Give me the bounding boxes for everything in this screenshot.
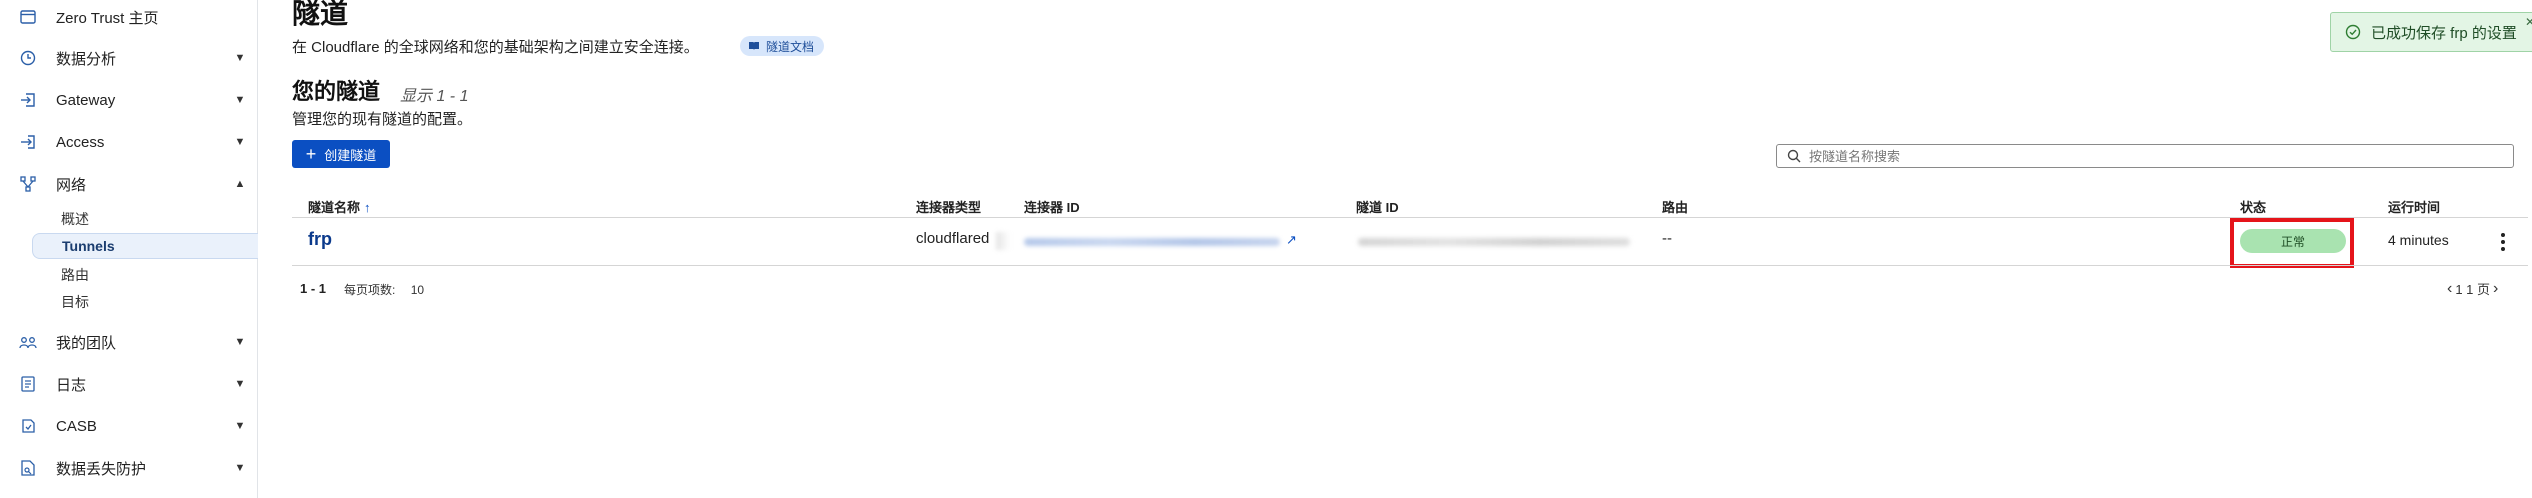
table-header-divider	[292, 217, 2528, 218]
pagination-range: 1 - 1	[300, 281, 327, 296]
sidebar-item-logs[interactable]: 日志 ▼	[0, 369, 258, 399]
table-row-divider	[292, 265, 2528, 266]
caret-down-icon: ▼	[234, 136, 246, 148]
uptime-cell: 4 minutes	[2388, 232, 2449, 248]
success-toast: 已成功保存 frp 的设置 ✕	[2330, 12, 2532, 52]
search-icon	[1787, 149, 1801, 163]
search-input[interactable]	[1809, 148, 2489, 164]
analytics-clock-icon	[19, 49, 37, 67]
caret-down-icon: ▼	[234, 420, 246, 432]
check-circle-icon	[2345, 24, 2361, 40]
book-icon	[748, 41, 760, 51]
column-header-uptime: 运行时间	[2388, 200, 2441, 215]
logs-document-icon	[19, 375, 37, 393]
page-description: 在 Cloudflare 的全球网络和您的基础架构之间建立安全连接。	[292, 39, 699, 56]
sidebar-subitem-label: 目标	[61, 294, 89, 310]
gateway-arrow-icon	[19, 91, 37, 109]
pagination: ‹ 1 1 页 ›	[2444, 279, 2501, 298]
sidebar-subitem-label: 概述	[61, 211, 89, 227]
sidebar-item-network[interactable]: 网络 ▲	[0, 169, 258, 199]
chevron-left-icon[interactable]: ‹	[2444, 280, 2455, 298]
sidebar-subitem-tunnels[interactable]: Tunnels	[32, 233, 258, 259]
home-page-icon	[19, 8, 37, 26]
redacted-connector-id	[1024, 238, 1280, 246]
sidebar-item-analytics[interactable]: 数据分析 ▼	[0, 43, 258, 73]
sidebar-item-label: CASB	[56, 417, 97, 435]
column-header-status: 状态	[2240, 200, 2267, 215]
create-tunnel-label: 创建隧道	[324, 147, 377, 163]
sidebar-item-label: Access	[56, 133, 105, 151]
column-header-tunnel-id: 隧道 ID	[1356, 200, 1399, 215]
sidebar-subitem-overview[interactable]: 概述	[32, 206, 258, 232]
section-subtitle: 管理您的现有隧道的配置。	[292, 111, 473, 128]
sidebar-item-home[interactable]: Zero Trust 主页	[0, 2, 258, 32]
sidebar-item-dlp[interactable]: 数据丢失防护 ▼	[0, 453, 258, 483]
items-per-page-label: 每页项数:	[344, 283, 396, 297]
section-title: 您的隧道	[292, 79, 381, 104]
dlp-document-icon	[19, 459, 37, 477]
routes-cell: --	[1662, 230, 1672, 247]
sidebar-item-label: 日志	[56, 376, 87, 394]
access-login-icon	[19, 133, 37, 151]
more-vertical-icon[interactable]	[2496, 231, 2510, 253]
sort-ascending-icon: ↑	[364, 200, 371, 215]
close-icon[interactable]: ✕	[2525, 15, 2532, 29]
section-count: 显示 1 - 1	[400, 88, 469, 105]
sidebar-item-label: 数据分析	[56, 50, 117, 68]
caret-down-icon: ▼	[234, 462, 246, 474]
external-link-icon: ↗	[1286, 232, 1297, 247]
column-header-connector-id: 连接器 ID	[1024, 200, 1080, 215]
sidebar-item-label: 我的团队	[56, 334, 117, 352]
network-nodes-icon	[19, 175, 37, 193]
team-users-icon	[19, 333, 37, 351]
column-header-connector-type: 连接器类型	[916, 200, 982, 215]
sidebar-subitem-targets[interactable]: 目标	[32, 289, 258, 315]
chevron-right-icon[interactable]: ›	[2490, 280, 2501, 298]
status-highlight-box	[2230, 218, 2354, 268]
caret-down-icon: ▼	[234, 52, 246, 64]
plus-icon: +	[305, 144, 317, 164]
page-indicator: 1 1 页	[2455, 282, 2491, 297]
sidebar: Zero Trust 主页 数据分析 ▼ Gateway ▼ Access ▼ …	[0, 0, 258, 498]
sidebar-subitem-label: 路由	[61, 267, 89, 283]
create-tunnel-button[interactable]: + 创建隧道	[292, 140, 390, 168]
toast-message: 已成功保存 frp 的设置	[2371, 24, 2517, 42]
redacted-overflow	[996, 232, 1010, 250]
page-title: 隧道	[292, 0, 349, 29]
column-header-name[interactable]: 隧道名称 ↑	[308, 197, 371, 216]
sidebar-item-label: Zero Trust 主页	[56, 9, 159, 27]
connector-id-link[interactable]: ↗	[1024, 232, 1300, 248]
sidebar-item-label: 网络	[56, 176, 87, 194]
sidebar-item-label: 数据丢失防护	[56, 460, 147, 478]
sidebar-item-team[interactable]: 我的团队 ▼	[0, 327, 258, 357]
main-content: 隧道 在 Cloudflare 的全球网络和您的基础架构之间建立安全连接。 隧道…	[258, 0, 2532, 498]
sidebar-item-casb[interactable]: CASB ▼	[0, 411, 258, 441]
caret-down-icon: ▼	[234, 94, 246, 106]
caret-down-icon: ▼	[234, 336, 246, 348]
column-header-label: 隧道名称	[308, 200, 361, 215]
casb-shield-icon	[19, 417, 37, 435]
tunnel-name-link[interactable]: frp	[308, 229, 332, 250]
column-header-routes: 路由	[1662, 200, 1689, 215]
tunnel-docs-link[interactable]: 隧道文档	[740, 36, 825, 56]
connector-type-cell: cloudflared	[916, 230, 990, 247]
sidebar-item-gateway[interactable]: Gateway ▼	[0, 85, 258, 115]
sidebar-subitem-routes[interactable]: 路由	[32, 262, 258, 288]
tunnel-search-box[interactable]	[1776, 144, 2514, 168]
caret-up-icon: ▲	[234, 178, 246, 190]
tunnel-docs-label: 隧道文档	[766, 39, 815, 54]
sidebar-item-access[interactable]: Access ▼	[0, 127, 258, 157]
caret-down-icon: ▼	[234, 378, 246, 390]
sidebar-subitem-label: Tunnels	[62, 238, 115, 254]
redacted-tunnel-id	[1358, 238, 1630, 246]
sidebar-item-label: Gateway	[56, 91, 116, 109]
items-per-page-value[interactable]: 10	[411, 283, 424, 297]
items-per-page: 每页项数: 10	[344, 281, 424, 298]
